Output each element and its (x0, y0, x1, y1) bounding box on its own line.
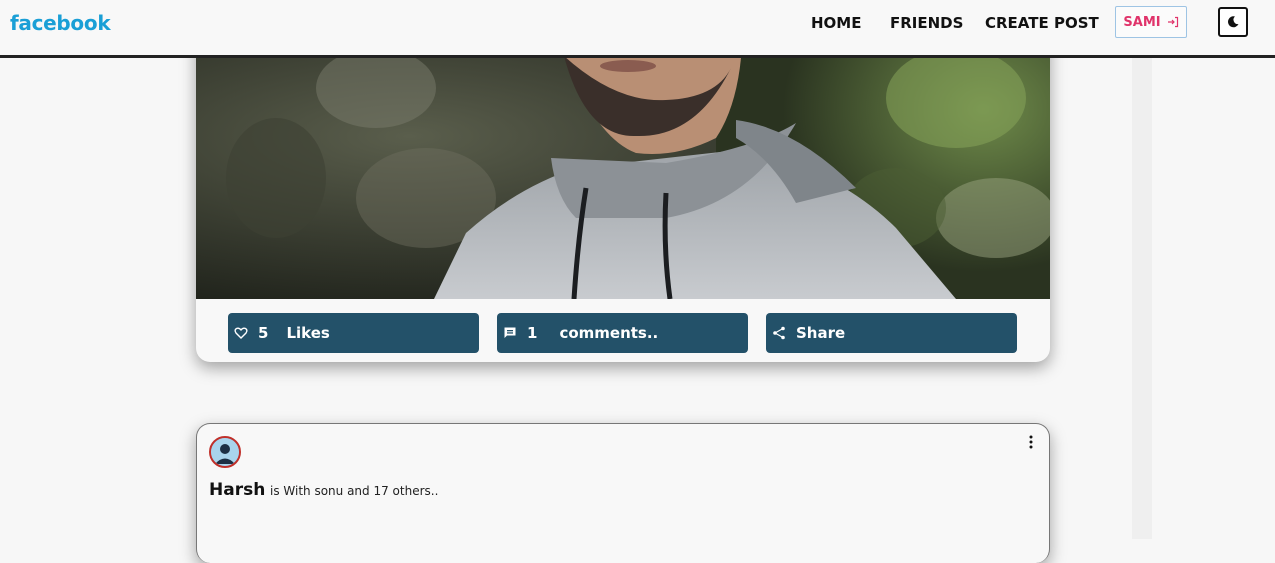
like-label: Likes (286, 324, 330, 342)
share-button[interactable]: Share (766, 313, 1017, 353)
post-card: 5 Likes 1 comments.. Share (196, 28, 1050, 362)
scrollbar-track[interactable] (1132, 58, 1152, 539)
post-card: Harsh is With sonu and 17 others.. (196, 423, 1050, 563)
theme-toggle-button[interactable] (1218, 7, 1248, 37)
user-logout-button[interactable]: SAMI (1115, 6, 1187, 38)
nav-friends[interactable]: FRIENDS (890, 14, 963, 32)
user-avatar-icon (211, 438, 239, 466)
post-author[interactable]: Harsh (209, 480, 265, 500)
heart-icon (234, 327, 248, 339)
like-count: 5 (258, 324, 269, 342)
nav-create-post[interactable]: CREATE POST (985, 14, 1099, 32)
comment-button[interactable]: 1 comments.. (497, 313, 748, 353)
logout-icon (1167, 16, 1178, 28)
like-button[interactable]: 5 Likes (228, 313, 479, 353)
tagged-friends-text: is With sonu and 17 others.. (270, 484, 439, 498)
share-label: Share (796, 324, 846, 342)
comment-count: 1 (527, 324, 538, 342)
share-icon (773, 326, 785, 340)
comment-icon (504, 327, 516, 338)
moon-icon (1227, 16, 1239, 28)
nav-home[interactable]: HOME (811, 14, 861, 32)
brand-logo[interactable]: facebook (10, 11, 111, 35)
more-vertical-icon[interactable] (1025, 434, 1037, 450)
top-navbar: facebook HOME FRIENDS CREATE POST SAMI (0, 0, 1275, 58)
comment-label: comments.. (559, 324, 659, 342)
user-name: SAMI (1123, 14, 1161, 30)
post-image (196, 28, 1050, 299)
avatar[interactable] (209, 436, 241, 468)
post-actions: 5 Likes 1 comments.. Share (196, 313, 1050, 353)
